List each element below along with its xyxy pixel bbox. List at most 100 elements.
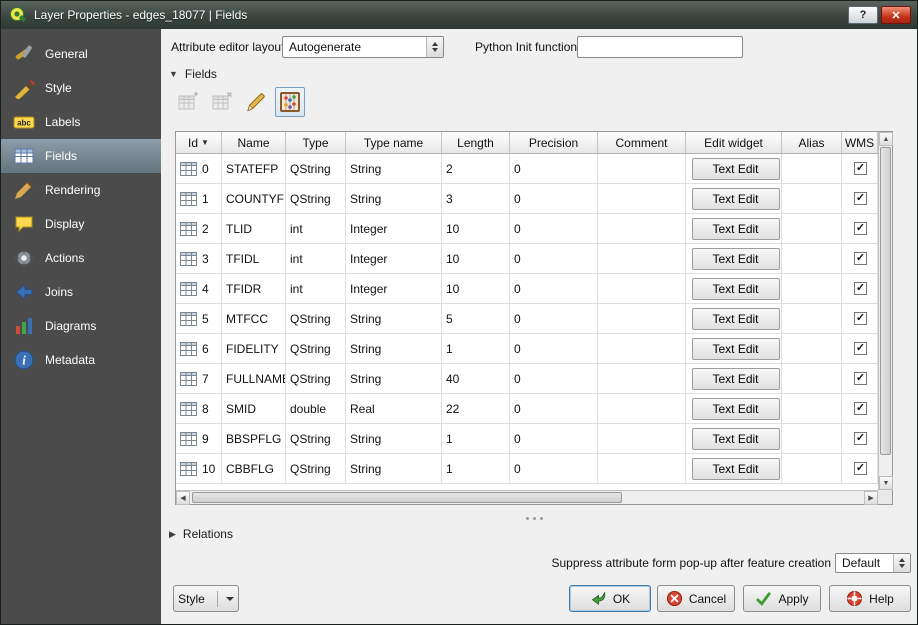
wms-checkbox[interactable]: ✓ [854, 312, 867, 325]
edit-widget-button[interactable]: Text Edit [692, 188, 780, 210]
cell-name[interactable]: BBSPFLG [222, 424, 286, 453]
wms-checkbox[interactable]: ✓ [854, 342, 867, 355]
cell-wms[interactable]: ✓ [842, 454, 878, 483]
vertical-scrollbar-thumb[interactable] [880, 147, 891, 455]
cell-id[interactable]: 1 [176, 184, 222, 213]
cell-name[interactable]: CBBFLG [222, 454, 286, 483]
cell-precision[interactable]: 0 [510, 334, 598, 363]
cell-length[interactable]: 5 [442, 304, 510, 333]
cell-name[interactable]: TLID [222, 214, 286, 243]
cell-comment[interactable] [598, 184, 686, 213]
column-header-comment[interactable]: Comment [598, 132, 686, 153]
cell-precision[interactable]: 0 [510, 214, 598, 243]
edit-widget-button[interactable]: Text Edit [692, 218, 780, 240]
cell-edit-widget[interactable]: Text Edit [686, 244, 782, 273]
cell-alias[interactable] [782, 274, 842, 303]
cell-id[interactable]: 4 [176, 274, 222, 303]
cell-edit-widget[interactable]: Text Edit [686, 424, 782, 453]
cell-wms[interactable]: ✓ [842, 214, 878, 243]
cell-id[interactable]: 9 [176, 424, 222, 453]
column-header-precision[interactable]: Precision [510, 132, 598, 153]
cell-wms[interactable]: ✓ [842, 364, 878, 393]
table-row[interactable]: 8SMIDdoubleReal220Text Edit✓ [176, 394, 878, 424]
column-header-name[interactable]: Name [222, 132, 286, 153]
cell-type-name[interactable]: String [346, 304, 442, 333]
table-row[interactable]: 5MTFCCQStringString50Text Edit✓ [176, 304, 878, 334]
suppress-form-combo[interactable]: Default [835, 553, 911, 573]
cell-id[interactable]: 10 [176, 454, 222, 483]
cell-comment[interactable] [598, 214, 686, 243]
cell-type[interactable]: QString [286, 334, 346, 363]
cell-id[interactable]: 5 [176, 304, 222, 333]
cell-wms[interactable]: ✓ [842, 334, 878, 363]
cell-length[interactable]: 3 [442, 184, 510, 213]
cell-alias[interactable] [782, 214, 842, 243]
wms-checkbox[interactable]: ✓ [854, 162, 867, 175]
cell-edit-widget[interactable]: Text Edit [686, 274, 782, 303]
window-close-button[interactable]: ✕ [881, 6, 911, 24]
cell-type-name[interactable]: String [346, 454, 442, 483]
cell-edit-widget[interactable]: Text Edit [686, 394, 782, 423]
sidebar-item-metadata[interactable]: i Metadata [1, 343, 161, 377]
cell-type[interactable]: QString [286, 364, 346, 393]
cell-type[interactable]: QString [286, 424, 346, 453]
delete-column-button[interactable] [207, 87, 237, 117]
cell-comment[interactable] [598, 274, 686, 303]
cell-wms[interactable]: ✓ [842, 244, 878, 273]
sidebar-item-fields[interactable]: Fields [1, 139, 161, 173]
edit-widget-button[interactable]: Text Edit [692, 458, 780, 480]
cell-comment[interactable] [598, 244, 686, 273]
wms-checkbox[interactable]: ✓ [854, 402, 867, 415]
edit-widget-button[interactable]: Text Edit [692, 278, 780, 300]
edit-widget-button[interactable]: Text Edit [692, 368, 780, 390]
help-button[interactable]: Help [829, 585, 911, 612]
cell-length[interactable]: 2 [442, 154, 510, 183]
ok-button[interactable]: OK [569, 585, 651, 612]
cell-edit-widget[interactable]: Text Edit [686, 154, 782, 183]
cell-alias[interactable] [782, 184, 842, 213]
table-row[interactable]: 3TFIDLintInteger100Text Edit✓ [176, 244, 878, 274]
cell-type-name[interactable]: Real [346, 394, 442, 423]
attribute-editor-layout-combo[interactable]: Autogenerate [282, 36, 444, 58]
cell-wms[interactable]: ✓ [842, 424, 878, 453]
cell-type[interactable]: int [286, 244, 346, 273]
cell-comment[interactable] [598, 454, 686, 483]
wms-checkbox[interactable]: ✓ [854, 252, 867, 265]
cell-type[interactable]: QString [286, 304, 346, 333]
cell-id[interactable]: 0 [176, 154, 222, 183]
table-row[interactable]: 10CBBFLGQStringString10Text Edit✓ [176, 454, 878, 484]
spinner-icon[interactable] [893, 554, 910, 572]
cell-edit-widget[interactable]: Text Edit [686, 364, 782, 393]
window-help-button[interactable]: ? [848, 6, 878, 24]
column-header-alias[interactable]: Alias [782, 132, 842, 153]
table-row[interactable]: 6FIDELITYQStringString10Text Edit✓ [176, 334, 878, 364]
horizontal-scrollbar[interactable]: ◀ ▶ [176, 490, 878, 504]
cell-precision[interactable]: 0 [510, 154, 598, 183]
cell-alias[interactable] [782, 304, 842, 333]
edit-widget-button[interactable]: Text Edit [692, 338, 780, 360]
column-header-type[interactable]: Type [286, 132, 346, 153]
scroll-right-arrow-icon[interactable]: ▶ [864, 491, 878, 505]
cell-id[interactable]: 2 [176, 214, 222, 243]
wms-checkbox[interactable]: ✓ [854, 282, 867, 295]
sidebar-item-style[interactable]: Style [1, 71, 161, 105]
cell-type[interactable]: QString [286, 184, 346, 213]
cell-comment[interactable] [598, 394, 686, 423]
cell-type[interactable]: int [286, 274, 346, 303]
cell-type[interactable]: QString [286, 154, 346, 183]
cell-wms[interactable]: ✓ [842, 154, 878, 183]
cell-id[interactable]: 6 [176, 334, 222, 363]
wms-checkbox[interactable]: ✓ [854, 462, 867, 475]
table-row[interactable]: 2TLIDintInteger100Text Edit✓ [176, 214, 878, 244]
cell-type[interactable]: QString [286, 454, 346, 483]
scroll-left-arrow-icon[interactable]: ◀ [176, 491, 190, 505]
column-header-edit-widget[interactable]: Edit widget [686, 132, 782, 153]
cell-type[interactable]: int [286, 214, 346, 243]
cell-type-name[interactable]: String [346, 154, 442, 183]
cell-alias[interactable] [782, 334, 842, 363]
cell-type[interactable]: double [286, 394, 346, 423]
scroll-up-arrow-icon[interactable]: ▲ [879, 132, 893, 146]
sidebar-item-general[interactable]: General [1, 37, 161, 71]
field-calculator-button[interactable] [275, 87, 305, 117]
wms-checkbox[interactable]: ✓ [854, 432, 867, 445]
